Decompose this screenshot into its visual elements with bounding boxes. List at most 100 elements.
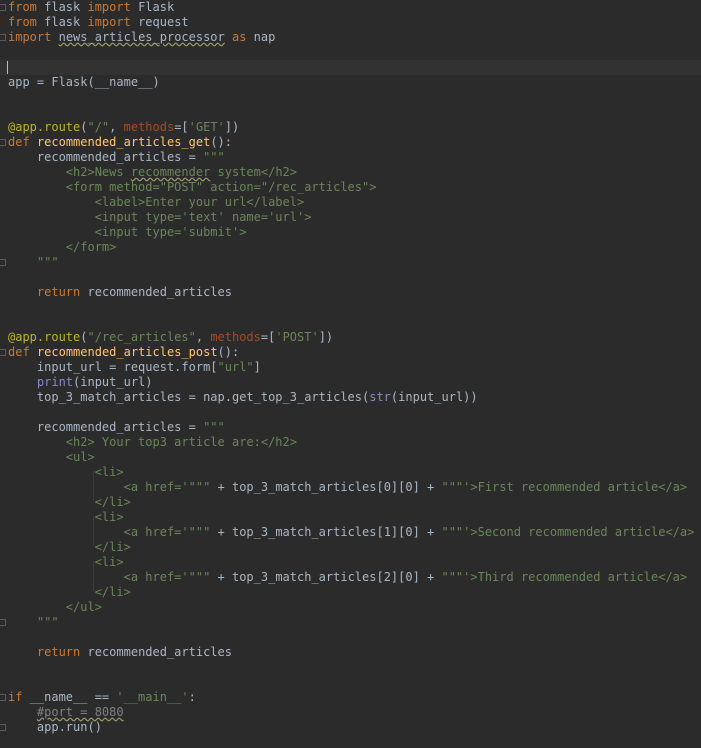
fold-marker-icon[interactable] (0, 349, 6, 356)
fold-marker-icon[interactable] (0, 139, 6, 146)
code-line[interactable]: print(input_url) (0, 375, 701, 390)
code-line[interactable]: """ (0, 255, 701, 270)
code-line[interactable]: <li> (0, 555, 701, 570)
code-line[interactable]: <input type='submit'> (0, 225, 701, 240)
code-line[interactable] (0, 270, 701, 285)
code-line[interactable] (0, 60, 701, 75)
code-line[interactable]: from flask import Flask (0, 0, 701, 15)
code-line[interactable]: def recommended_articles_post(): (0, 345, 701, 360)
code-token: request (130, 15, 189, 29)
code-line[interactable]: app = Flask(__name__) (0, 75, 701, 90)
code-line[interactable]: </form> (0, 240, 701, 255)
code-line[interactable]: <ul> (0, 450, 701, 465)
code-token: nap (246, 30, 276, 44)
code-text: recommended_articles = """ (8, 420, 225, 435)
code-text: input_url = request.form["url"] (8, 360, 261, 375)
code-token: recommended_articles_get (36, 135, 211, 149)
code-text: <li> (8, 510, 124, 525)
code-line[interactable]: import news_articles_processor as nap (0, 30, 701, 45)
code-line[interactable]: <label>Enter your url</label> (0, 195, 701, 210)
code-editor[interactable]: from flask import Flask from flask import… (0, 0, 701, 748)
code-line[interactable]: <a href='""" + top_3_match_articles[0][0… (0, 480, 701, 495)
code-line[interactable]: recommended_articles = """ (0, 150, 701, 165)
code-line[interactable]: #port = 8080 (0, 705, 701, 720)
code-token: =[ (174, 120, 189, 134)
code-line[interactable]: from flask import request (0, 15, 701, 30)
code-token: </li> (8, 585, 131, 599)
code-line[interactable]: return recommended_articles (0, 285, 701, 300)
code-token: <input type='submit'> (8, 225, 247, 239)
code-line[interactable]: if __name__ == '__main__': (0, 690, 701, 705)
fold-marker-icon[interactable] (0, 4, 6, 11)
code-token: flask (36, 0, 88, 14)
code-token: : (188, 690, 196, 704)
code-text: top_3_match_articles = nap.get_top_3_art… (8, 390, 478, 405)
code-token: recommended_articles_post (36, 345, 218, 359)
code-line[interactable] (0, 300, 701, 315)
code-line[interactable] (0, 630, 701, 645)
code-line[interactable] (0, 45, 701, 60)
code-line[interactable] (0, 660, 701, 675)
code-line[interactable]: </li> (0, 540, 701, 555)
code-line[interactable]: <li> (0, 465, 701, 480)
code-line[interactable]: <li> (0, 510, 701, 525)
code-line[interactable]: def recommended_articles_get(): (0, 135, 701, 150)
code-text: recommended_articles = """ (8, 150, 225, 165)
code-line[interactable]: </ul> (0, 600, 701, 615)
code-line[interactable]: <a href='""" + top_3_match_articles[1][0… (0, 525, 701, 540)
code-token: app.run() (8, 720, 102, 734)
code-line[interactable]: top_3_match_articles = nap.get_top_3_art… (0, 390, 701, 405)
code-line[interactable]: """ (0, 615, 701, 630)
code-line[interactable]: </li> (0, 495, 701, 510)
code-token: "url" (217, 360, 254, 374)
code-token: app = Flask(__name__) (8, 75, 160, 89)
code-token: <form method="POST" action="/rec_article… (8, 180, 377, 194)
code-token: <label>Enter your url</label> (8, 195, 305, 209)
code-line[interactable]: <h2>News recommender system</h2> (0, 165, 701, 180)
code-line[interactable]: <input type='text' name='url'> (0, 210, 701, 225)
code-token: as (232, 30, 247, 44)
code-token: 'POST' (275, 330, 319, 344)
code-line[interactable] (0, 675, 701, 690)
code-line[interactable] (0, 90, 701, 105)
code-line[interactable]: return recommended_articles (0, 645, 701, 660)
code-token: @app.route (8, 330, 81, 344)
code-token: ] (253, 360, 261, 374)
code-line[interactable]: @app.route("/rec_articles", methods=['PO… (0, 330, 701, 345)
code-token: <input type='text' name='url'> (8, 210, 312, 224)
code-token: (): (217, 345, 240, 359)
code-token: <h2> Your top3 article are:</h2> (8, 435, 297, 449)
code-token: <h2>News (8, 165, 131, 179)
fold-marker-icon[interactable] (0, 694, 6, 701)
code-line[interactable] (0, 105, 701, 120)
code-line[interactable]: <form method="POST" action="/rec_article… (0, 180, 701, 195)
code-token: """ (8, 255, 59, 269)
code-token: </li> (8, 495, 131, 509)
code-token: </ul> (8, 600, 102, 614)
code-text: <h2> Your top3 article are:</h2> (8, 435, 297, 450)
code-line[interactable]: <h2> Your top3 article are:</h2> (0, 435, 701, 450)
code-line[interactable]: input_url = request.form["url"] (0, 360, 701, 375)
code-line[interactable] (0, 405, 701, 420)
fold-marker-icon[interactable] (0, 259, 6, 266)
code-token: <li> (8, 555, 124, 569)
code-line[interactable]: app.run() (0, 720, 701, 735)
code-line[interactable]: </li> (0, 585, 701, 600)
code-line[interactable]: <a href='""" + top_3_match_articles[2][0… (0, 570, 701, 585)
code-text: #port = 8080 (8, 705, 124, 720)
fold-marker-icon[interactable] (0, 724, 6, 731)
code-text: def recommended_articles_get(): (8, 135, 232, 150)
fold-marker-icon[interactable] (0, 34, 6, 41)
code-line[interactable]: recommended_articles = """ (0, 420, 701, 435)
code-token: system</h2> (210, 165, 298, 179)
code-token: <a href='""" (8, 480, 211, 494)
fold-marker-icon[interactable] (0, 619, 6, 626)
code-token: """'>Third recommended article</a> (441, 570, 688, 584)
code-line[interactable] (0, 315, 701, 330)
code-token: + top_3_match_articles[2][0] + (210, 570, 442, 584)
code-line[interactable]: @app.route("/", methods=['GET']) (0, 120, 701, 135)
